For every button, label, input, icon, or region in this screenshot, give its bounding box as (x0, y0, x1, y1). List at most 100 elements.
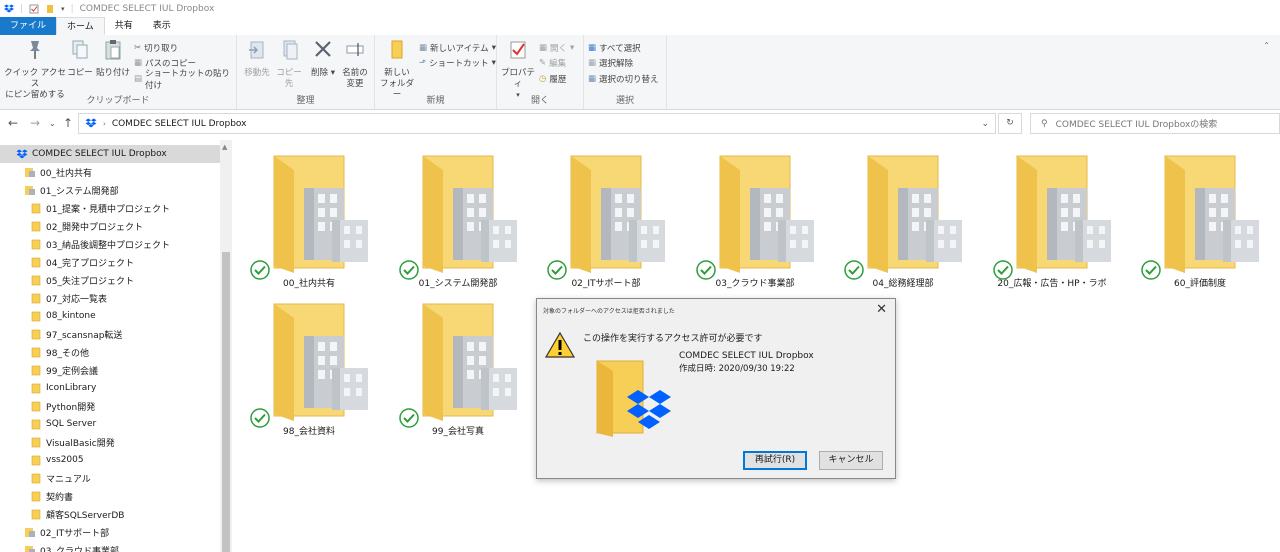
select-none-label: 選択解除 (599, 59, 634, 69)
invert-selection-button[interactable]: ▦ 選択の切り替え (588, 72, 659, 86)
shared-folder-icon (25, 545, 35, 552)
edit-button[interactable]: ✎ 編集 (539, 56, 566, 70)
rename-button[interactable]: 名前の 変更 (339, 39, 371, 90)
quick-access-dropdown-icon[interactable]: ▾ (61, 5, 65, 13)
tab-view[interactable]: 表示 (143, 17, 181, 35)
folder-label: 03_クラウド事業部 (715, 279, 795, 289)
shared-folder-large-icon (422, 303, 517, 421)
folder-icon (31, 419, 41, 429)
open-button[interactable]: ▦ 開く ▾ (539, 41, 574, 55)
address-path[interactable]: COMDEC SELECT IUL Dropbox (112, 119, 247, 129)
tab-file[interactable]: ファイル (0, 17, 57, 35)
select-none-button[interactable]: ▦ 選択解除 (588, 56, 633, 70)
new-folder-button[interactable]: 新しい フォルダー (379, 39, 415, 101)
copy-to-button[interactable]: コピー先 (273, 39, 305, 90)
pin-quick-access-button[interactable]: クイック アクセス にピン留めする (4, 39, 66, 101)
folder-icon (31, 203, 41, 213)
folder-item[interactable]: 00_社内共有 (244, 148, 374, 293)
sidebar-item[interactable]: 顧客SQLServerDB (0, 505, 220, 523)
navigation-scrollbar[interactable]: ▲ (220, 140, 232, 552)
sidebar-item[interactable]: 00_社内共有 (0, 163, 220, 181)
properties-icon (510, 41, 526, 59)
scrollbar-thumb[interactable] (222, 252, 230, 552)
sidebar-item[interactable]: 07_対応一覧表 (0, 289, 220, 307)
sidebar-item-label: IconLibrary (46, 383, 97, 393)
rename-icon (346, 43, 364, 56)
folder-item[interactable]: 60_評価制度 (1135, 148, 1265, 293)
sidebar-item[interactable]: 98_その他 (0, 343, 220, 361)
sidebar-item-label: 02_開発中プロジェクト (46, 222, 143, 233)
dialog-message: この操作を実行するアクセス許可が必要です (583, 334, 763, 344)
pin-label-1: クイック アクセス (4, 68, 66, 89)
forward-arrow-icon[interactable]: → (30, 116, 40, 130)
recent-locations-chevron-icon[interactable]: ⌄ (49, 119, 56, 128)
address-field[interactable]: › COMDEC SELECT IUL Dropbox ⌄ (78, 113, 996, 134)
path-chevron-icon[interactable]: › (103, 120, 106, 128)
easy-access-shortcut-button[interactable]: ⬏ ショートカット ▾ (419, 56, 496, 70)
folder-item[interactable]: 03_クラウド事業部 (690, 148, 820, 293)
sidebar-item[interactable]: vss2005 (0, 451, 220, 469)
select-all-icon: ▦ (588, 43, 597, 53)
tab-home[interactable]: ホーム (56, 17, 105, 35)
scroll-up-arrow-icon[interactable]: ▲ (222, 143, 227, 151)
sidebar-item[interactable]: マニュアル (0, 469, 220, 487)
sidebar-item[interactable]: 08_kintone (0, 307, 220, 325)
move-to-label: 移動先 (244, 68, 270, 78)
sidebar-item[interactable]: VisualBasic開発 (0, 433, 220, 451)
folder-item[interactable]: 20_広報・広告・HP・ラボ (987, 148, 1117, 293)
shared-folder-large-icon (1016, 155, 1111, 273)
cancel-button[interactable]: キャンセル (819, 451, 883, 470)
sidebar-item[interactable]: 02_ITサポート部 (0, 523, 220, 541)
new-item-button[interactable]: ▦ 新しいアイテム ▾ (419, 41, 496, 55)
sidebar-item[interactable]: 03_納品後調整中プロジェクト (0, 235, 220, 253)
move-to-button[interactable]: 移動先 (241, 39, 273, 79)
sidebar-item[interactable]: 97_scansnap転送 (0, 325, 220, 343)
sidebar-item[interactable]: 04_完了プロジェクト (0, 253, 220, 271)
paste-button[interactable]: 貼り付け (96, 39, 130, 79)
sidebar-item-label: 03_クラウド事業部 (40, 546, 119, 552)
tab-share[interactable]: 共有 (105, 17, 143, 35)
close-icon[interactable]: ✕ (876, 302, 887, 317)
sidebar-item-label: 04_完了プロジェクト (46, 258, 134, 269)
sidebar-item[interactable]: SQL Server (0, 415, 220, 433)
sidebar-item[interactable]: 契約書 (0, 487, 220, 505)
clipboard-group: クイック アクセス にピン留めする コピー 貼り付け ✂ 切り取り ▦ パスのコ… (0, 35, 237, 109)
sidebar-item[interactable]: COMDEC SELECT IUL Dropbox (0, 145, 220, 163)
history-button[interactable]: ◷ 履歴 (539, 72, 566, 86)
search-box[interactable]: ⚲ COMDEC SELECT IUL Dropboxの検索 (1030, 113, 1280, 134)
folder-item[interactable]: 99_会社写真 (393, 296, 523, 441)
copy-button[interactable]: コピー (66, 39, 94, 79)
cut-button[interactable]: ✂ 切り取り (134, 41, 178, 55)
properties-quick-icon[interactable] (29, 4, 39, 14)
up-arrow-icon[interactable]: ↑ (63, 116, 73, 130)
select-none-icon: ▦ (588, 58, 597, 68)
folder-item[interactable]: 01_システム開発部 (393, 148, 523, 293)
folder-item[interactable]: 02_ITサポート部 (541, 148, 671, 293)
ribbon-tabs: ファイル ホーム 共有 表示 (0, 17, 1280, 36)
sidebar-item[interactable]: Python開発 (0, 397, 220, 415)
sidebar-item[interactable]: 99_定例会議 (0, 361, 220, 379)
collapse-ribbon-icon[interactable]: ⌃ (1263, 41, 1270, 50)
dialog-item-date: 作成日時: 2020/09/30 19:22 (679, 364, 795, 374)
sidebar-item[interactable]: 03_クラウド事業部 (0, 541, 220, 552)
back-arrow-icon[interactable]: ← (8, 116, 18, 130)
address-dropdown-icon[interactable]: ⌄ (981, 119, 989, 129)
select-all-button[interactable]: ▦ すべて選択 (588, 41, 641, 55)
paste-shortcut-button[interactable]: ▤ ショートカットの貼り付け (134, 69, 236, 91)
select-all-label: すべて選択 (599, 44, 641, 54)
sidebar-item[interactable]: 01_システム開発部 (0, 181, 220, 199)
new-folder-quick-icon[interactable] (45, 4, 55, 14)
refresh-icon[interactable]: ↻ (998, 113, 1022, 134)
sidebar-item-label: 05_失注プロジェクト (46, 276, 134, 287)
sidebar-item[interactable]: 01_提案・見積中プロジェクト (0, 199, 220, 217)
delete-button[interactable]: 削除 ▾ (309, 39, 337, 79)
properties-button[interactable]: プロパティ ▾ (499, 39, 537, 101)
sidebar-item[interactable]: 02_開発中プロジェクト (0, 217, 220, 235)
folder-item[interactable]: 98_会社資料 (244, 296, 374, 441)
clipboard-group-label: クリップボード (86, 96, 150, 106)
retry-button[interactable]: 再試行(R) (743, 451, 807, 470)
folder-item[interactable]: 04_総務経理部 (838, 148, 968, 293)
dropbox-icon (16, 149, 28, 158)
sidebar-item[interactable]: IconLibrary (0, 379, 220, 397)
sidebar-item[interactable]: 05_失注プロジェクト (0, 271, 220, 289)
